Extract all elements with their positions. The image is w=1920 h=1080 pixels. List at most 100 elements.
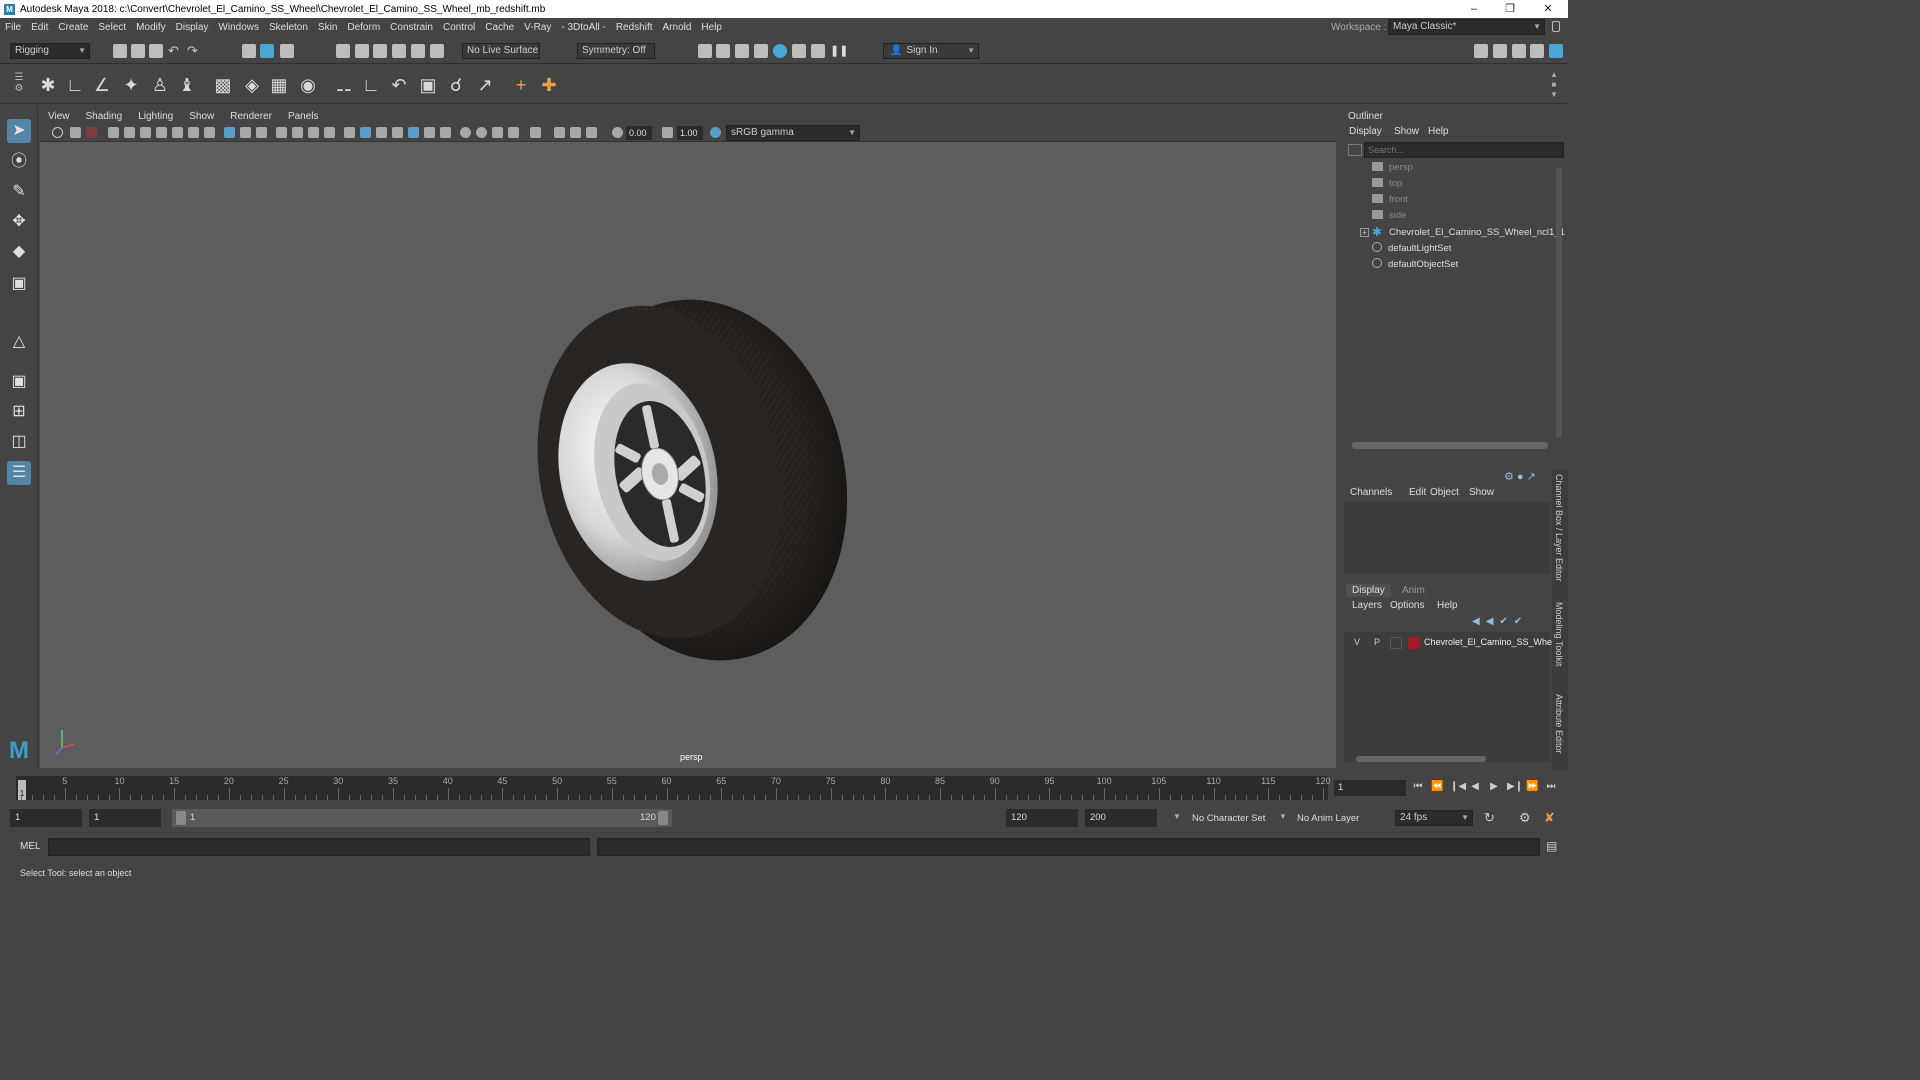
shadows-icon[interactable] — [440, 127, 451, 138]
outliner-vertical-scrollbar[interactable] — [1556, 168, 1562, 438]
parent-constraint-icon[interactable]: ☌ — [445, 74, 467, 96]
viewport-menu-lighting[interactable]: Lighting — [130, 111, 181, 122]
cluster-icon[interactable]: ▩ — [212, 74, 234, 96]
layer-horizontal-scrollbar[interactable] — [1356, 756, 1486, 762]
film-gate-icon[interactable] — [240, 127, 251, 138]
outliner-item-wheel[interactable]: ✱ Chevrolet_El_Camino_SS_Wheel_ncl1_1 — [1372, 225, 1565, 241]
xray-components-icon[interactable] — [586, 127, 597, 138]
menu-select[interactable]: Select — [93, 22, 131, 33]
scale-constraint-icon[interactable]: ▣ — [417, 74, 439, 96]
viewport-menu-panels[interactable]: Panels — [280, 111, 327, 122]
viewport-persp[interactable]: persp — [40, 142, 1336, 768]
outliner-item-persp[interactable]: persp — [1372, 160, 1413, 176]
symmetry-dropdown[interactable]: Symmetry: Off — [577, 43, 655, 59]
ipr-render-icon[interactable] — [735, 44, 749, 58]
viewport-menu-show[interactable]: Show — [181, 111, 222, 122]
menu-file[interactable]: File — [0, 22, 26, 33]
outliner-item-top[interactable]: top — [1372, 176, 1402, 192]
outliner-item-side[interactable]: side — [1372, 208, 1406, 224]
shelf-settings-icon[interactable]: ☰ ⚙ — [10, 72, 28, 98]
workspace-dropdown[interactable]: Maya Classic* ▼ — [1388, 19, 1545, 35]
snap-curve-icon[interactable] — [355, 44, 369, 58]
field-chart-icon[interactable] — [172, 127, 183, 138]
layers-menu-layers[interactable]: Layers — [1352, 600, 1382, 611]
menu-skin[interactable]: Skin — [313, 22, 342, 33]
layer-visibility-toggle[interactable]: V — [1354, 637, 1360, 647]
current-frame-field[interactable]: 1 — [1334, 780, 1406, 796]
menu-control[interactable]: Control — [438, 22, 480, 33]
grid-icon[interactable] — [224, 127, 235, 138]
single-pane-layout-icon[interactable]: ▣ — [7, 370, 31, 394]
save-scene-icon[interactable] — [149, 44, 163, 58]
outliner-item-defaultobjectset[interactable]: defaultObjectSet — [1372, 257, 1458, 273]
safe-gate-icon[interactable] — [308, 127, 319, 138]
maximize-button[interactable]: ❐ — [1492, 0, 1528, 18]
start-time-field[interactable]: 1 — [10, 809, 82, 827]
layer-playback-toggle[interactable]: P — [1374, 637, 1380, 647]
exposure-field[interactable]: 0.00 — [626, 126, 652, 140]
redo-icon[interactable]: ↷ — [187, 44, 201, 58]
menu-deform[interactable]: Deform — [342, 22, 385, 33]
command-language-label[interactable]: MEL — [20, 841, 41, 852]
isolate-select-icon[interactable] — [530, 127, 541, 138]
live-surface-field[interactable]: No Live Surface — [462, 43, 540, 59]
snap-point-icon[interactable] — [373, 44, 387, 58]
four-pane-layout-icon[interactable]: ⊞ — [7, 400, 31, 424]
layer-color-swatch[interactable] — [1408, 637, 1420, 649]
select-camera-icon[interactable] — [52, 127, 63, 138]
tab-display[interactable]: Display — [1346, 584, 1391, 597]
move-tool-icon[interactable]: ✥ — [7, 210, 31, 234]
screen-space-ao-icon[interactable] — [460, 127, 471, 138]
render-setup-icon[interactable] — [792, 44, 806, 58]
outliner-layout-icon[interactable]: ☰ — [7, 461, 31, 485]
menu-vray[interactable]: V-Ray — [519, 22, 556, 33]
gamma-icon[interactable] — [662, 127, 673, 138]
expand-icon[interactable]: + — [1360, 228, 1369, 237]
animation-preferences-icon[interactable]: ✘ — [1544, 810, 1555, 826]
wrap-icon[interactable]: ▦ — [268, 74, 290, 96]
character-set-label[interactable]: No Character Set — [1192, 813, 1265, 824]
field-chart-gate-icon[interactable] — [292, 127, 303, 138]
channels-menu-object[interactable]: Object — [1430, 487, 1459, 498]
textured-icon[interactable] — [408, 127, 419, 138]
snap-projected-center-icon[interactable] — [392, 44, 406, 58]
camera-attributes-icon[interactable] — [70, 127, 81, 138]
minimize-button[interactable]: – — [1456, 0, 1492, 18]
layers-menu-help[interactable]: Help — [1437, 600, 1458, 611]
hypershade-icon[interactable] — [773, 44, 787, 58]
multisample-aa-icon[interactable] — [492, 127, 503, 138]
toggle-modeling-toolkit-icon[interactable] — [1474, 44, 1488, 58]
toggle-attribute-editor-icon[interactable] — [1493, 44, 1507, 58]
step-back-frame-icon[interactable]: ❙◀ — [1450, 781, 1466, 793]
title-safe-gate-icon[interactable] — [324, 127, 335, 138]
layer-name[interactable]: Chevrolet_El_Camino_SS_Whe — [1424, 637, 1552, 647]
scale-tool-icon[interactable]: ▣ — [7, 272, 31, 296]
open-scene-icon[interactable] — [131, 44, 145, 58]
menu-display[interactable]: Display — [171, 22, 214, 33]
outliner-menu-show[interactable]: Show — [1394, 126, 1419, 137]
tab-channel-box-layer-editor[interactable]: Channel Box / Layer Editor — [1554, 474, 1564, 582]
menu-edit[interactable]: Edit — [26, 22, 53, 33]
time-ruler[interactable]: 1 5 10 15 20 25 30 35 40 45 50 55 60 65 70 75 80 85 90 95 1… — [16, 776, 1331, 800]
default-material-icon[interactable] — [376, 127, 387, 138]
xray-icon[interactable] — [554, 127, 565, 138]
script-editor-icon[interactable]: ▤ — [1546, 839, 1557, 853]
lasso-tool-icon[interactable]: ⦿ — [7, 150, 31, 174]
toggle-layer-editor-icon[interactable] — [1549, 44, 1563, 58]
locator-icon[interactable]: + — [510, 74, 532, 96]
go-to-start-icon[interactable]: ⏮ — [1412, 781, 1424, 793]
wireframe-icon[interactable] — [344, 127, 355, 138]
snap-view-plane-icon[interactable] — [411, 44, 425, 58]
sign-in-dropdown[interactable]: 👤 Sign In ▼ — [883, 43, 979, 59]
tab-anim[interactable]: Anim — [1402, 585, 1425, 596]
channels-menu-edit[interactable]: Edit — [1409, 487, 1426, 498]
loop-icon[interactable]: ↻ — [1484, 810, 1495, 826]
new-scene-icon[interactable] — [113, 44, 127, 58]
lattice-icon[interactable]: ◈ — [241, 74, 263, 96]
make-live-icon[interactable] — [430, 44, 444, 58]
grease-pencil-icon[interactable] — [140, 127, 151, 138]
render-frame-icon[interactable] — [716, 44, 730, 58]
menu-redshift[interactable]: Redshift — [611, 22, 658, 33]
orient-constraint-icon[interactable]: ↶ — [388, 74, 410, 96]
layer-display-type[interactable] — [1390, 637, 1402, 649]
